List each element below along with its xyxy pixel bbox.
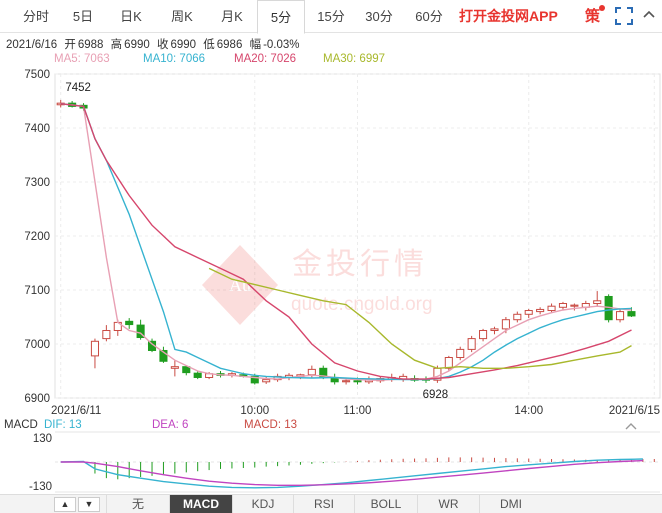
- candle: [593, 291, 602, 307]
- x-tick-label: 2021/6/15: [609, 405, 660, 417]
- y-tick-label: 7200: [24, 231, 50, 243]
- candle-body: [536, 308, 545, 313]
- annotations: 7452 6928: [65, 82, 448, 401]
- candle-body: [456, 348, 465, 358]
- candle: [536, 307, 545, 315]
- macd-lines: [60, 458, 643, 489]
- ma-lines: [60, 103, 632, 381]
- indicator-tab-dmi[interactable]: DMI: [479, 495, 542, 513]
- candle-body: [593, 300, 602, 304]
- macd-value-legend: MACD: 13: [244, 419, 298, 431]
- candle-body: [170, 366, 179, 369]
- y-tick-label: 7300: [24, 177, 50, 189]
- candle-body: [182, 366, 191, 374]
- candle: [90, 338, 99, 369]
- candle: [479, 328, 488, 342]
- candle-body: [467, 338, 476, 350]
- y-tick-label: 7400: [24, 123, 50, 135]
- y-tick-label: 7100: [24, 285, 50, 297]
- grid: [54, 73, 661, 399]
- macd-dif-legend: DIF: 13: [44, 419, 82, 431]
- candle: [604, 294, 613, 323]
- candle-body: [90, 340, 99, 357]
- candle-body: [547, 305, 556, 312]
- candle-body: [490, 328, 499, 332]
- x-tick-label: 10:00: [240, 405, 269, 417]
- watermark: Au 金投行情 quote.cngold.org: [202, 245, 433, 325]
- macd-histogram: [71, 457, 655, 480]
- y-tick-label: 7000: [24, 339, 50, 351]
- candle: [136, 319, 145, 340]
- candle: [570, 303, 579, 311]
- y-tick-label: 6900: [24, 393, 50, 405]
- candle-body: [513, 313, 522, 321]
- y-tick-label: 7500: [24, 69, 50, 81]
- x-tick-label: 2021/6/11: [51, 405, 101, 417]
- macd-tick-label: -130: [29, 481, 52, 493]
- scroll-up-button[interactable]: ▲: [54, 497, 76, 512]
- candle: [125, 318, 134, 329]
- candle-body: [193, 372, 202, 378]
- indicator-tab-rsi[interactable]: RSI: [293, 495, 354, 513]
- candle-body: [558, 303, 568, 308]
- indicator-tab-boll[interactable]: BOLL: [354, 495, 417, 513]
- watermark-url: quote.cngold.org: [291, 294, 433, 315]
- candle-body: [524, 310, 533, 315]
- candle-body: [570, 304, 579, 307]
- candle: [616, 308, 625, 323]
- candle-body: [479, 330, 488, 340]
- indicator-tab-wr[interactable]: WR: [417, 495, 479, 513]
- candle: [170, 360, 179, 377]
- x-tick-label: 11:00: [344, 405, 372, 417]
- y-axis-labels: 7500 7400 7300 7200 7100 7000 6900: [24, 69, 50, 405]
- candle-body: [102, 330, 111, 340]
- macd-y-labels: 130 -130: [29, 433, 52, 493]
- candle-body: [353, 380, 362, 383]
- ma5-line: [60, 103, 632, 381]
- candle: [490, 326, 499, 335]
- candle: [159, 346, 168, 363]
- macd-dea-legend: DEA: 6: [152, 419, 189, 431]
- macd-title: MACD: [4, 419, 38, 431]
- indicator-tab-kdj[interactable]: KDJ: [232, 495, 293, 513]
- macd-tick-label: 130: [33, 433, 52, 445]
- candle-body: [616, 311, 625, 321]
- candle: [524, 308, 533, 319]
- candle: [467, 335, 476, 353]
- candle-body: [627, 311, 636, 317]
- indicator-tab-macd[interactable]: MACD: [169, 495, 232, 513]
- indicator-tab-none[interactable]: 无: [106, 495, 169, 513]
- candle-body: [125, 320, 134, 326]
- candle: [102, 325, 111, 342]
- candle: [513, 311, 522, 323]
- candles: [56, 99, 636, 385]
- candle: [262, 376, 271, 384]
- macd-collapse-icon[interactable]: [625, 421, 637, 431]
- candle: [330, 373, 339, 385]
- candle: [456, 346, 465, 361]
- candle: [399, 373, 408, 382]
- candle-body: [307, 368, 316, 376]
- candle: [581, 300, 590, 311]
- candle-body: [501, 319, 510, 330]
- x-tick-label: 14:00: [514, 405, 543, 417]
- scroll-down-button[interactable]: ▼: [78, 497, 100, 512]
- candlestick-chart[interactable]: Au 金投行情 quote.cngold.org 7500 7400 7300 720…: [0, 0, 662, 494]
- extreme-label: 6928: [423, 389, 449, 401]
- candle-body: [262, 379, 271, 383]
- candle: [547, 303, 556, 313]
- watermark-brand: 金投行情: [292, 247, 428, 282]
- extreme-label: 7452: [65, 82, 91, 94]
- x-axis-labels: 2021/6/11 10:00 11:00 14:00 2021/6/15: [51, 405, 660, 417]
- candle-body: [342, 380, 351, 383]
